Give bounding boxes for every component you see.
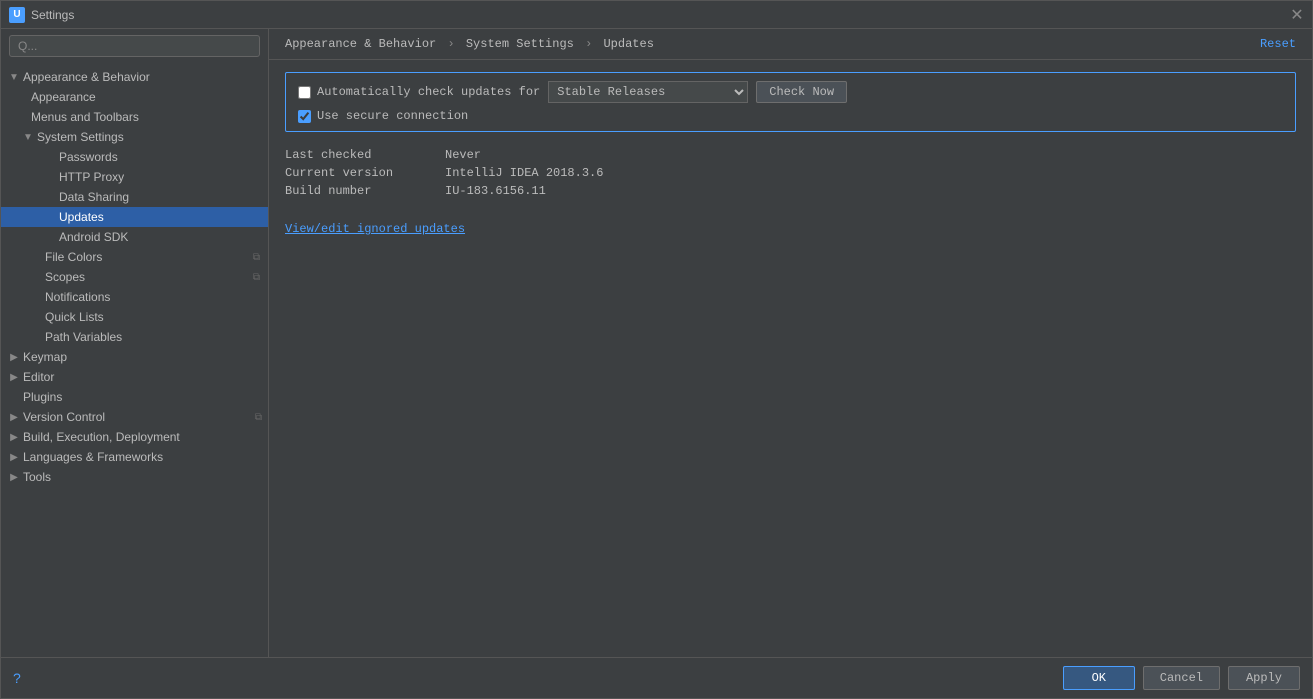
breadcrumb-separator: ›: [447, 37, 461, 51]
sidebar-item-http-proxy[interactable]: HTTP Proxy: [1, 167, 268, 187]
sidebar-item-path-variables[interactable]: Path Variables: [1, 327, 268, 347]
sidebar-item-label: Editor: [23, 370, 54, 384]
updates-box: Automatically check updates for Stable R…: [285, 72, 1296, 132]
sidebar-item-label: Passwords: [59, 150, 118, 164]
sidebar-item-appearance[interactable]: Appearance: [1, 87, 268, 107]
sidebar-item-languages-frameworks[interactable]: ▶ Languages & Frameworks: [1, 447, 268, 467]
sidebar-item-label: Quick Lists: [45, 310, 104, 324]
ignored-updates-link[interactable]: View/edit ignored updates: [285, 222, 465, 236]
sidebar-item-keymap[interactable]: ▶ Keymap: [1, 347, 268, 367]
sidebar-item-version-control[interactable]: ▶ Version Control ⧉: [1, 407, 268, 427]
secure-connection-row: Use secure connection: [298, 109, 1283, 123]
sidebar-item-label: Data Sharing: [59, 190, 129, 204]
current-version-row: Current version IntelliJ IDEA 2018.3.6: [285, 166, 1296, 180]
close-button[interactable]: ✕: [1290, 8, 1304, 22]
main-content: ▼ Appearance & Behavior Appearance Menus…: [1, 29, 1312, 657]
sidebar-item-passwords[interactable]: Passwords: [1, 147, 268, 167]
ok-button[interactable]: OK: [1063, 666, 1135, 690]
copy-icon: ⧉: [253, 272, 260, 283]
sidebar-item-label: Menus and Toolbars: [31, 110, 139, 124]
breadcrumb-part3: Updates: [603, 37, 653, 51]
sidebar-item-label: Path Variables: [45, 330, 122, 344]
chevron-right-icon: ▶: [7, 430, 21, 444]
build-number-value: IU-183.6156.11: [445, 184, 546, 198]
sidebar-item-tools[interactable]: ▶ Tools: [1, 467, 268, 487]
sidebar-item-scopes[interactable]: Scopes ⧉: [1, 267, 268, 287]
window-title: Settings: [31, 8, 1290, 22]
breadcrumb-separator: ›: [585, 37, 599, 51]
sidebar-item-label: Appearance: [31, 90, 96, 104]
build-number-row: Build number IU-183.6156.11: [285, 184, 1296, 198]
sidebar-item-label: Scopes: [45, 270, 85, 284]
sidebar-item-label: HTTP Proxy: [59, 170, 124, 184]
sidebar-item-plugins[interactable]: ▶ Plugins: [1, 387, 268, 407]
sidebar-item-updates[interactable]: Updates: [1, 207, 268, 227]
sidebar-item-label: Version Control: [23, 410, 105, 424]
chevron-right-icon: ▶: [7, 470, 21, 484]
panel-body: Automatically check updates for Stable R…: [269, 60, 1312, 657]
apply-button[interactable]: Apply: [1228, 666, 1300, 690]
sidebar-item-label: File Colors: [45, 250, 102, 264]
app-icon: U: [9, 7, 25, 23]
bottom-bar: ? OK Cancel Apply: [1, 657, 1312, 698]
sidebar-item-label: Updates: [59, 210, 104, 224]
settings-window: U Settings ✕ ▼ Appearance & Behavior App…: [0, 0, 1313, 699]
sidebar-item-label: Notifications: [45, 290, 110, 304]
sidebar-item-label: Appearance & Behavior: [23, 70, 150, 84]
sidebar-item-label: Android SDK: [59, 230, 128, 244]
secure-connection-label: Use secure connection: [317, 109, 468, 123]
last-checked-value: Never: [445, 148, 481, 162]
copy-icon: ⧉: [253, 252, 260, 263]
last-checked-row: Last checked Never: [285, 148, 1296, 162]
panel-header: Appearance & Behavior › System Settings …: [269, 29, 1312, 60]
reset-button[interactable]: Reset: [1260, 37, 1296, 51]
sidebar-item-label: Languages & Frameworks: [23, 450, 163, 464]
chevron-right-icon: ▶: [7, 350, 21, 364]
breadcrumb-part1: Appearance & Behavior: [285, 37, 436, 51]
sidebar-item-editor[interactable]: ▶ Editor: [1, 367, 268, 387]
sidebar-item-system-settings[interactable]: ▼ System Settings: [1, 127, 268, 147]
sidebar-item-label: System Settings: [37, 130, 124, 144]
cancel-button[interactable]: Cancel: [1143, 666, 1220, 690]
sidebar-item-build-execution[interactable]: ▶ Build, Execution, Deployment: [1, 427, 268, 447]
sidebar-item-label: Plugins: [23, 390, 62, 404]
right-panel: Appearance & Behavior › System Settings …: [269, 29, 1312, 657]
secure-connection-checkbox[interactable]: [298, 110, 311, 123]
title-bar: U Settings ✕: [1, 1, 1312, 29]
check-now-button[interactable]: Check Now: [756, 81, 847, 103]
sidebar-item-data-sharing[interactable]: Data Sharing: [1, 187, 268, 207]
nav-tree: ▼ Appearance & Behavior Appearance Menus…: [1, 63, 268, 657]
auto-check-row: Automatically check updates for Stable R…: [298, 81, 1283, 103]
sidebar: ▼ Appearance & Behavior Appearance Menus…: [1, 29, 269, 657]
sidebar-item-label: Tools: [23, 470, 51, 484]
breadcrumb-part2: System Settings: [466, 37, 574, 51]
breadcrumb: Appearance & Behavior › System Settings …: [285, 37, 654, 51]
chevron-right-icon: ▶: [7, 410, 21, 424]
chevron-down-icon: ▼: [21, 130, 35, 144]
chevron-right-icon: ▶: [7, 370, 21, 384]
chevron-right-icon: ▶: [7, 450, 21, 464]
sidebar-item-file-colors[interactable]: File Colors ⧉: [1, 247, 268, 267]
chevron-down-icon: ▼: [7, 70, 21, 84]
sidebar-item-notifications[interactable]: Notifications: [1, 287, 268, 307]
current-version-value: IntelliJ IDEA 2018.3.6: [445, 166, 603, 180]
info-table: Last checked Never Current version Intel…: [285, 148, 1296, 198]
sidebar-item-label: Build, Execution, Deployment: [23, 430, 180, 444]
last-checked-label: Last checked: [285, 148, 445, 162]
sidebar-item-android-sdk[interactable]: Android SDK: [1, 227, 268, 247]
auto-check-checkbox-row: Automatically check updates for: [298, 85, 540, 99]
help-icon[interactable]: ?: [13, 670, 21, 686]
current-version-label: Current version: [285, 166, 445, 180]
sidebar-item-appearance-behavior[interactable]: ▼ Appearance & Behavior: [1, 67, 268, 87]
release-select[interactable]: Stable Releases Early Access Program Bet…: [548, 81, 748, 103]
search-input[interactable]: [9, 35, 260, 57]
build-number-label: Build number: [285, 184, 445, 198]
sidebar-item-menus-toolbars[interactable]: Menus and Toolbars: [1, 107, 268, 127]
sidebar-item-label: Keymap: [23, 350, 67, 364]
auto-check-checkbox[interactable]: [298, 86, 311, 99]
copy-icon: ⧉: [255, 412, 262, 423]
sidebar-item-quick-lists[interactable]: Quick Lists: [1, 307, 268, 327]
auto-check-label: Automatically check updates for: [317, 85, 540, 99]
